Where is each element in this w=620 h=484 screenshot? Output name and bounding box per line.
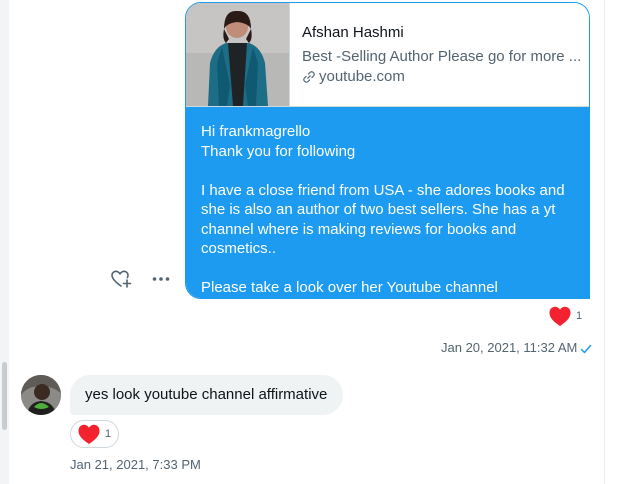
scrollbar-thumb[interactable] [2, 362, 7, 430]
link-preview-card[interactable]: Afshan Hashmi Best -Selling Author Pleas… [186, 3, 589, 107]
preview-domain-text: youtube.com [319, 68, 405, 85]
avatar[interactable] [21, 375, 61, 415]
message-text: Hi frankmagrello Thank you for following… [186, 107, 589, 298]
incoming-message[interactable]: yes look youtube channel affirmative [70, 375, 343, 415]
reaction-count: 1 [576, 310, 583, 322]
message-timestamp: Jan 20, 2021, 11:32 AM [441, 340, 592, 355]
more-horizontal-icon [152, 277, 170, 281]
preview-title: Afshan Hashmi [302, 24, 404, 41]
preview-description: Best -Selling Author Please go for more … [302, 48, 582, 65]
heart-icon [78, 424, 100, 444]
reaction-badge[interactable]: 1 [70, 420, 119, 448]
reaction-badge[interactable]: 1 [542, 303, 588, 329]
reaction-count: 1 [105, 428, 112, 440]
heart-plus-icon [111, 270, 132, 288]
outgoing-message[interactable]: Afshan Hashmi Best -Selling Author Pleas… [185, 2, 590, 299]
message-timestamp: Jan 21, 2021, 7:33 PM [70, 457, 201, 472]
message-line: Thank you for following [201, 142, 356, 160]
preview-domain: youtube.com [302, 68, 405, 85]
message-line: she is also an author of two best seller… [201, 201, 556, 218]
message-line: Hi frankmagrello [201, 123, 311, 140]
scrollbar[interactable] [0, 0, 9, 484]
add-reaction-button[interactable] [109, 267, 133, 291]
message-line: I have a close friend from USA - she ado… [201, 181, 565, 199]
more-options-button[interactable] [149, 267, 173, 291]
preview-thumbnail [186, 3, 290, 106]
link-icon [303, 70, 315, 83]
checkmark-icon [581, 344, 592, 353]
timestamp-text: Jan 21, 2021, 7:33 PM [70, 457, 201, 472]
panel-divider [604, 0, 605, 484]
timestamp-text: Jan 20, 2021, 11:32 AM [441, 340, 578, 355]
message-line [201, 161, 574, 181]
message-line: Please take a look over her Youtube chan… [201, 279, 498, 296]
message-line [201, 259, 574, 279]
heart-icon [549, 306, 571, 326]
message-line: channel where is making reviews for book… [201, 220, 517, 238]
message-line: cosmetics.. [201, 240, 277, 257]
